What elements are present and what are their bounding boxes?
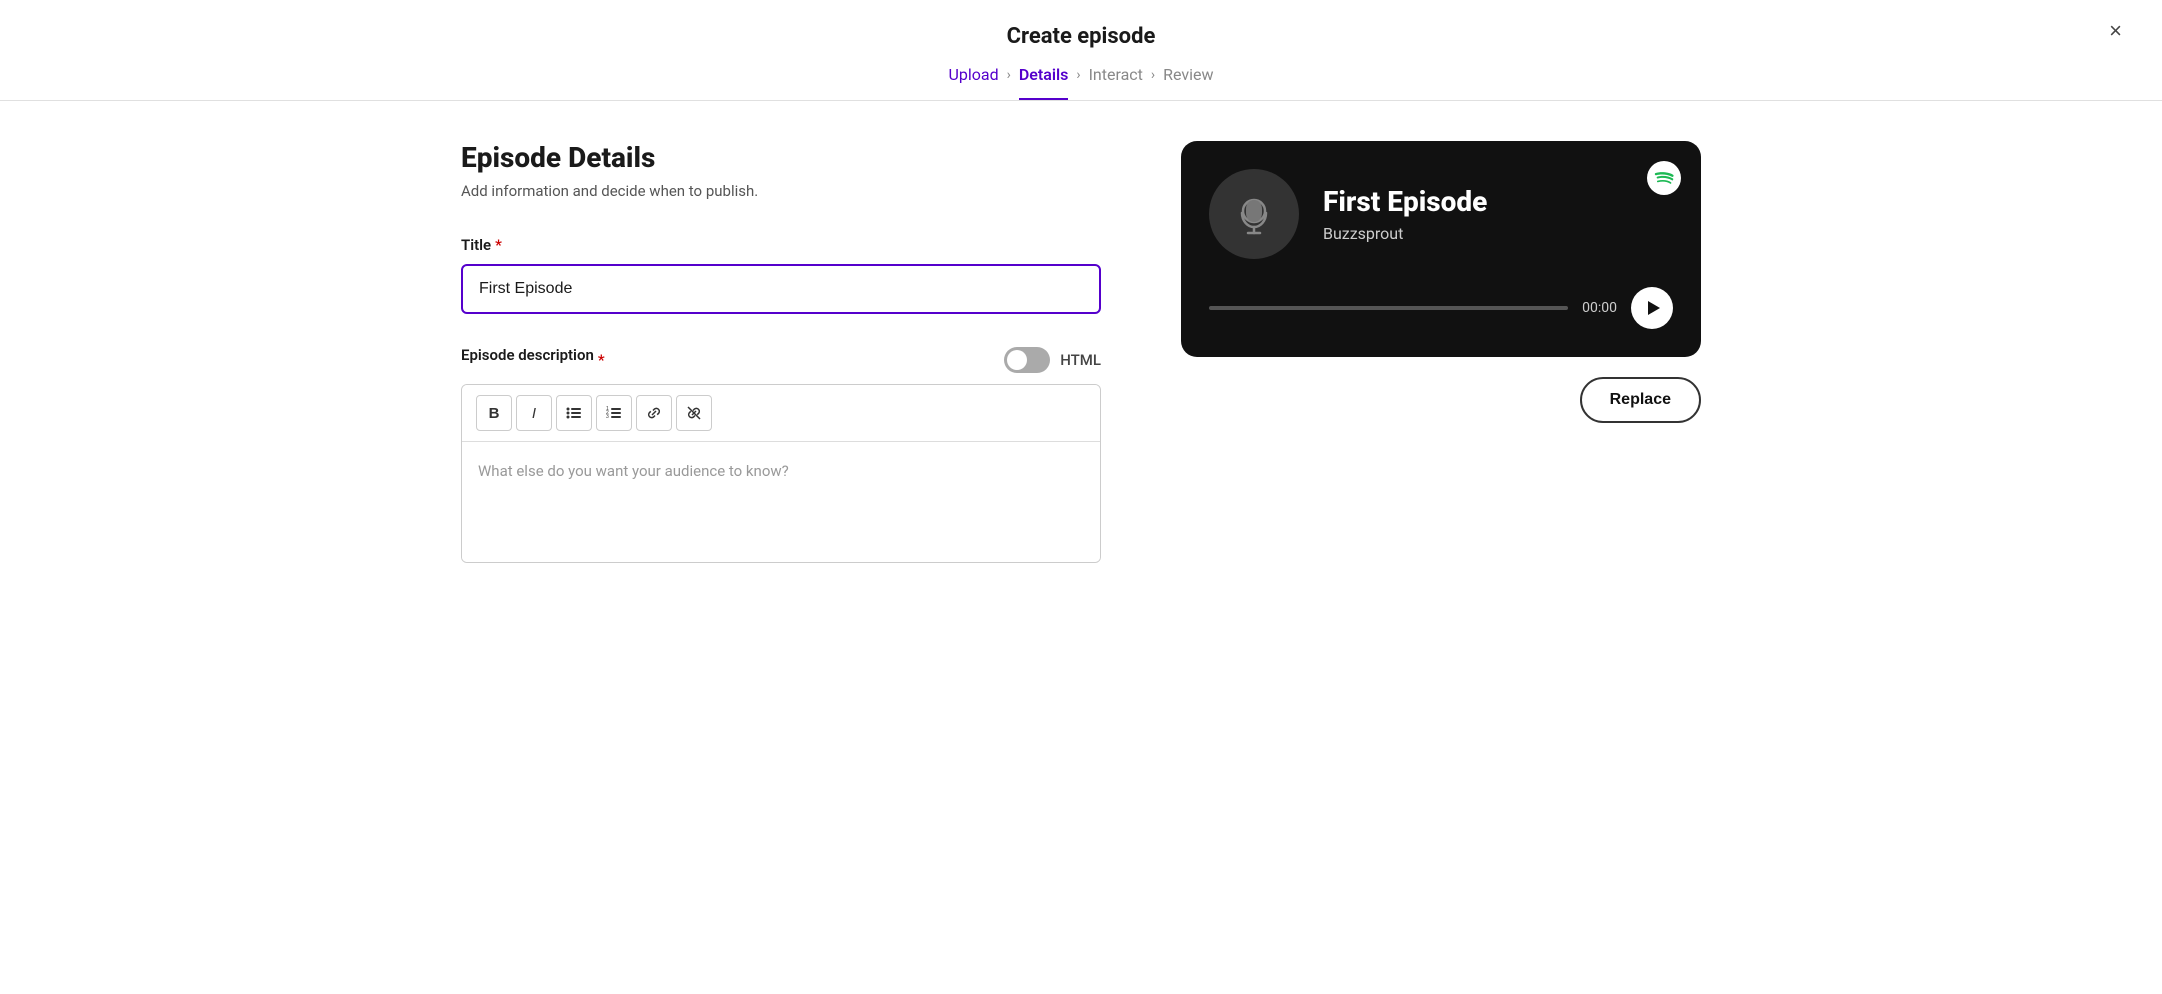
chevron-icon-2: › bbox=[1076, 67, 1080, 83]
italic-button[interactable]: I bbox=[516, 395, 552, 431]
title-input[interactable] bbox=[461, 264, 1101, 314]
html-label: HTML bbox=[1060, 351, 1101, 369]
breadcrumb-review[interactable]: Review bbox=[1163, 65, 1213, 84]
html-toggle-group: HTML bbox=[1004, 347, 1101, 373]
unlink-icon bbox=[686, 405, 702, 421]
microphone-icon bbox=[1229, 189, 1279, 239]
ordered-list-button[interactable]: 1 2 3 bbox=[596, 395, 632, 431]
title-label: Title * bbox=[461, 236, 1101, 254]
spotify-preview-card: First Episode Buzzsprout 00:00 bbox=[1181, 141, 1701, 357]
main-content: Episode Details Add information and deci… bbox=[381, 101, 1781, 635]
page-title: Create episode bbox=[0, 24, 2162, 49]
html-toggle[interactable] bbox=[1004, 347, 1050, 373]
link-button[interactable] bbox=[636, 395, 672, 431]
spotify-logo-icon bbox=[1647, 161, 1681, 195]
card-content: First Episode Buzzsprout bbox=[1209, 169, 1673, 259]
chevron-icon-3: › bbox=[1151, 67, 1155, 83]
play-icon bbox=[1644, 299, 1662, 317]
section-title: Episode Details bbox=[461, 141, 1101, 174]
card-show-name: Buzzsprout bbox=[1323, 224, 1673, 243]
breadcrumb-upload[interactable]: Upload bbox=[948, 65, 998, 84]
progress-bar[interactable] bbox=[1209, 306, 1568, 310]
ordered-list-icon: 1 2 3 bbox=[606, 405, 622, 421]
description-required-star: * bbox=[598, 351, 605, 369]
description-label: Episode description bbox=[461, 346, 594, 364]
card-text: First Episode Buzzsprout bbox=[1323, 185, 1673, 243]
replace-button-container: Replace bbox=[1181, 377, 1701, 423]
form-panel: Episode Details Add information and deci… bbox=[461, 141, 1101, 595]
bullet-list-icon bbox=[566, 405, 582, 421]
page-header: Create episode Upload › Details › Intera… bbox=[0, 0, 2162, 101]
description-textarea[interactable]: What else do you want your audience to k… bbox=[462, 442, 1100, 562]
card-player: 00:00 bbox=[1209, 287, 1673, 329]
play-button[interactable] bbox=[1631, 287, 1673, 329]
podcast-artwork bbox=[1209, 169, 1299, 259]
title-field-group: Title * bbox=[461, 236, 1101, 314]
chevron-icon-1: › bbox=[1007, 67, 1011, 83]
close-button[interactable]: × bbox=[2109, 20, 2122, 42]
description-placeholder: What else do you want your audience to k… bbox=[478, 462, 789, 480]
svg-text:3: 3 bbox=[606, 414, 609, 420]
breadcrumb: Upload › Details › Interact › Review bbox=[0, 65, 2162, 100]
link-icon bbox=[646, 405, 662, 421]
replace-button[interactable]: Replace bbox=[1580, 377, 1701, 423]
description-header: Episode description * HTML bbox=[461, 346, 1101, 374]
card-episode-title: First Episode bbox=[1323, 185, 1673, 218]
unlink-button[interactable] bbox=[676, 395, 712, 431]
description-field-group: Episode description * HTML B I bbox=[461, 346, 1101, 563]
section-subtitle: Add information and decide when to publi… bbox=[461, 182, 1101, 200]
description-label-group: Episode description * bbox=[461, 346, 605, 374]
description-editor: B I 1 2 bbox=[461, 384, 1101, 563]
breadcrumb-details[interactable]: Details bbox=[1019, 65, 1069, 100]
bold-button[interactable]: B bbox=[476, 395, 512, 431]
breadcrumb-interact[interactable]: Interact bbox=[1089, 65, 1143, 84]
preview-panel: First Episode Buzzsprout 00:00 Replace bbox=[1181, 141, 1701, 423]
title-required-star: * bbox=[495, 236, 502, 254]
editor-toolbar: B I 1 2 bbox=[462, 385, 1100, 442]
time-display: 00:00 bbox=[1582, 300, 1617, 316]
bullet-list-button[interactable] bbox=[556, 395, 592, 431]
